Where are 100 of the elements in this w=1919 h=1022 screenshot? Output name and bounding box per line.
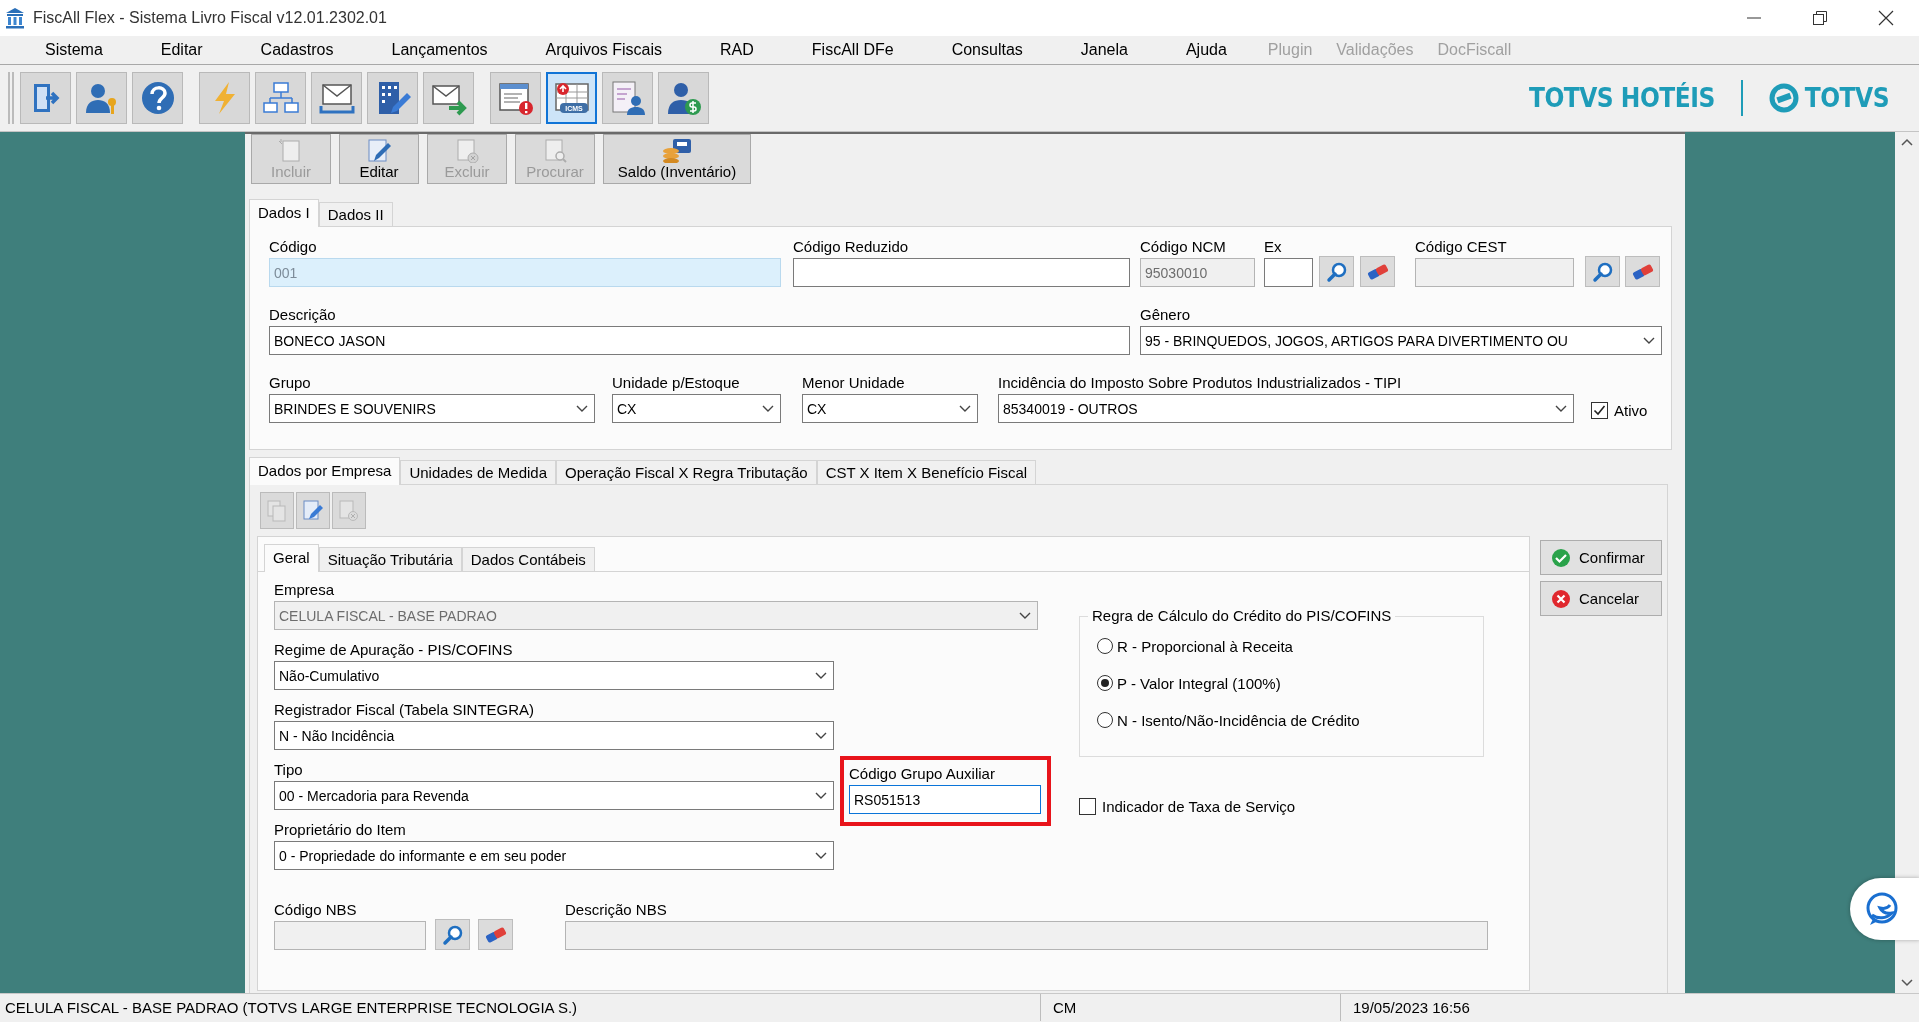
- dropdown[interactable]: BRINDES E SOUVENIRS: [269, 394, 595, 423]
- toolbar-button[interactable]: [20, 71, 71, 124]
- toolbar-button[interactable]: [311, 71, 362, 124]
- tab[interactable]: Dados I: [249, 199, 319, 227]
- menu-item[interactable]: Cadastros: [231, 40, 363, 59]
- menu-item[interactable]: Arquivos Fiscais: [516, 40, 692, 59]
- document-user-icon: [612, 81, 645, 115]
- scroll-down-icon: [1901, 979, 1913, 987]
- menu-item[interactable]: Consultas: [922, 40, 1052, 59]
- dialog-button[interactable]: Cancelar: [1540, 581, 1662, 616]
- radio-button[interactable]: [1096, 674, 1114, 692]
- dropdown[interactable]: N - Não Incidência: [274, 721, 834, 750]
- menu-item[interactable]: Janela: [1051, 40, 1157, 59]
- menu-item[interactable]: Editar: [131, 40, 232, 59]
- field-label: Código Grupo Auxiliar: [849, 764, 996, 783]
- tab[interactable]: Geral: [264, 544, 319, 572]
- eraser-icon: [1630, 263, 1655, 280]
- radio-button[interactable]: [1096, 637, 1114, 655]
- text-field[interactable]: RS051513: [849, 785, 1041, 814]
- tab[interactable]: Operação Fiscal X Regra Tributação: [556, 460, 817, 484]
- menu-item[interactable]: Sistema: [16, 40, 132, 59]
- text-field[interactable]: BONECO JASON: [269, 326, 1130, 355]
- toolbar-button[interactable]: [658, 71, 709, 124]
- tab[interactable]: Dados por Empresa: [249, 457, 401, 485]
- search-button[interactable]: [1319, 256, 1354, 287]
- dropdown[interactable]: 0 - Propriedade do informante e em seu poder: [274, 841, 834, 870]
- tab[interactable]: CST X Item X Benefício Fiscal: [816, 460, 1037, 484]
- inbox-icon: [319, 83, 354, 113]
- building-pencil-icon: [378, 81, 411, 114]
- logo-icon: [1768, 82, 1799, 113]
- tab[interactable]: Dados II: [318, 202, 393, 226]
- chevron-icon: [576, 404, 588, 413]
- toolbar-button[interactable]: [76, 71, 127, 124]
- field-label: Descrição NBS: [565, 900, 668, 919]
- logo-text: TOTVS: [1804, 82, 1889, 113]
- table-icon: [554, 82, 589, 113]
- text-field[interactable]: [1264, 258, 1313, 287]
- dropdown[interactable]: CX: [802, 394, 978, 423]
- tab[interactable]: Dados Contábeis: [461, 547, 595, 571]
- eraser-icon: [483, 926, 508, 943]
- dropdown[interactable]: 95 - BRINQUEDOS, JOGOS, ARTIGOS PARA DIVERTIMENTO OU: [1140, 326, 1662, 355]
- search-button[interactable]: [1585, 256, 1620, 287]
- eraser-button[interactable]: [478, 919, 513, 950]
- group-title: Regra de Cálculo do Crédito do PIS/COFINS: [1088, 607, 1396, 624]
- field-label: Descrição: [269, 305, 337, 324]
- toolbar-button[interactable]: [602, 71, 653, 124]
- dropdown[interactable]: 85340019 - OUTROS: [998, 394, 1574, 423]
- radio-button[interactable]: [1096, 711, 1114, 729]
- dropdown[interactable]: 00 - Mercadoria para Revenda: [274, 781, 834, 810]
- toolbar-button[interactable]: [490, 71, 541, 124]
- eraser-button[interactable]: [1625, 256, 1660, 287]
- checkbox-label: Indicador de Taxa de Serviço: [1102, 798, 1296, 815]
- text-field[interactable]: [793, 258, 1130, 287]
- window-title: FiscAll Flex - Sistema Livro Fiscal v12.01.2302.01: [33, 9, 387, 27]
- menu-item[interactable]: Lançamentos: [362, 40, 517, 59]
- chat-button[interactable]: [1850, 878, 1919, 940]
- eraser-icon: [1365, 263, 1390, 280]
- chevron-icon: [815, 791, 827, 800]
- radio-label: P - Valor Integral (100%): [1117, 674, 1281, 692]
- edit-icon: [301, 498, 325, 523]
- tab[interactable]: Situação Tributária: [318, 547, 462, 571]
- field-label: Ex: [1264, 237, 1283, 256]
- toolbar-button[interactable]: [367, 71, 418, 124]
- field-label: Código Reduzido: [793, 237, 910, 256]
- toolbar-button[interactable]: [296, 492, 330, 529]
- dialog-button[interactable]: Confirmar: [1540, 540, 1662, 575]
- field-label: Registrador Fiscal (Tabela SINTEGRA): [274, 700, 536, 719]
- dropdown[interactable]: CX: [612, 394, 781, 423]
- field-label: Unidade p/Estoque: [612, 373, 741, 392]
- menu-item[interactable]: FiscAll DFe: [782, 40, 923, 59]
- action-button[interactable]: Editar: [339, 134, 419, 184]
- chevron-icon: [1643, 336, 1655, 345]
- search-icon: [441, 923, 464, 946]
- field-label: Incidência do Imposto Sobre Produtos Industrializados - TIPI: [998, 373, 1403, 392]
- checkbox[interactable]: [1079, 798, 1096, 815]
- menu-item[interactable]: RAD: [691, 40, 783, 59]
- copy-icon: [265, 498, 289, 523]
- search-button[interactable]: [435, 919, 470, 950]
- app-icon: [5, 7, 25, 29]
- action-button[interactable]: Saldo (Inventário): [603, 134, 751, 184]
- status-text: CM: [1040, 994, 1340, 1021]
- toolbar-button[interactable]: [423, 71, 474, 124]
- eraser-button[interactable]: [1360, 256, 1395, 287]
- check-icon: [1551, 547, 1571, 568]
- user-key-icon: [85, 83, 116, 114]
- toolbar-button[interactable]: [255, 71, 306, 124]
- coins-icon: [661, 137, 693, 163]
- checkbox[interactable]: [1591, 402, 1608, 419]
- minimize-icon: [1747, 17, 1761, 19]
- field-label: Código NCM: [1140, 237, 1227, 256]
- status-text: 19/05/2023 16:56: [1340, 994, 1470, 1021]
- field-label: Menor Unidade: [802, 373, 906, 392]
- dropdown[interactable]: Não-Cumulativo: [274, 661, 834, 690]
- chevron-icon: [815, 851, 827, 860]
- field-label: Código CEST: [1415, 237, 1508, 256]
- chevron-icon: [959, 404, 971, 413]
- toolbar-button[interactable]: [132, 71, 183, 124]
- tab[interactable]: Unidades de Medida: [400, 460, 556, 484]
- field-label: Empresa: [274, 580, 336, 599]
- menu-item[interactable]: Ajuda: [1156, 40, 1256, 59]
